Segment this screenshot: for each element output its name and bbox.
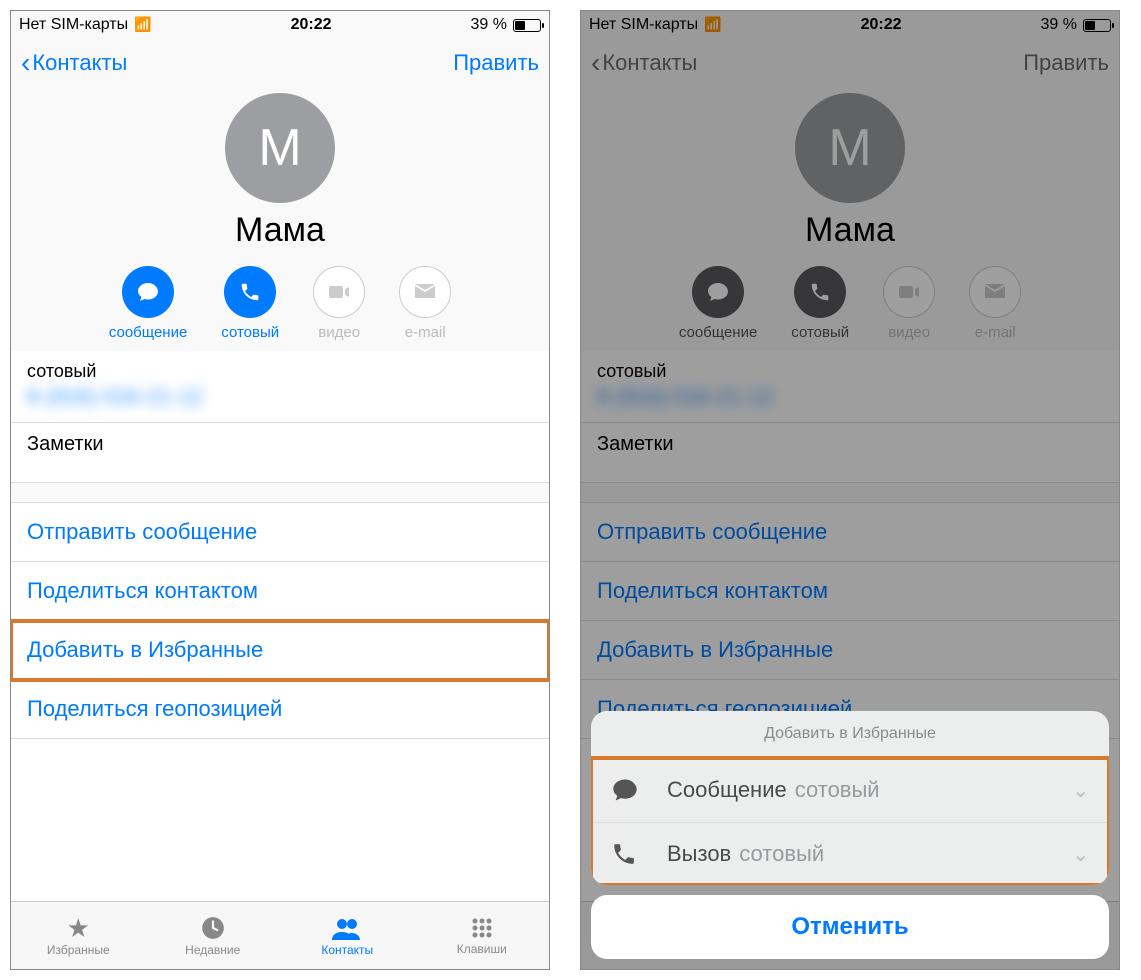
battery-pct: 39 %	[471, 16, 507, 34]
sheet-row-message[interactable]: Сообщение сотовый ⌄	[591, 758, 1109, 823]
sheet-cancel-button[interactable]: Отменить	[591, 895, 1109, 959]
add-favorite-row[interactable]: Добавить в Избранные	[11, 621, 549, 680]
star-icon: ★	[67, 915, 90, 941]
notes-label: Заметки	[27, 433, 104, 455]
sheet-row-call-text: Вызов сотовый	[667, 841, 1048, 867]
sheet-row-message-label: Сообщение	[667, 777, 787, 802]
email-icon	[399, 266, 451, 318]
sheet-row-call[interactable]: Вызов сотовый ⌄	[591, 823, 1109, 885]
email-label: e-mail	[405, 324, 446, 341]
spacer	[11, 483, 549, 503]
tab-contacts[interactable]: Контакты	[280, 902, 415, 969]
video-button[interactable]: видео	[313, 266, 365, 341]
message-icon	[122, 266, 174, 318]
status-bar: Нет SIM-карты 20:22 39 %	[11, 11, 549, 39]
keypad-icon	[470, 916, 494, 940]
phone-icon	[224, 266, 276, 318]
phone-icon	[611, 841, 643, 867]
edit-button[interactable]: Править	[453, 50, 539, 76]
call-button[interactable]: сотовый	[221, 266, 279, 341]
avatar: М	[225, 93, 335, 203]
phone-value: 8 (916) 016-21-12	[27, 384, 533, 410]
contact-name: Мама	[235, 211, 325, 250]
tab-contacts-label: Контакты	[321, 943, 373, 957]
sheet-row-call-sub: сотовый	[739, 841, 824, 866]
phone-left: Нет SIM-карты 20:22 39 % ‹ Контакты Прав…	[10, 10, 550, 970]
email-button[interactable]: e-mail	[399, 266, 451, 341]
message-icon	[611, 776, 643, 804]
chevron-down-icon: ⌄	[1072, 778, 1089, 803]
call-label: сотовый	[221, 324, 279, 341]
clock: 20:22	[291, 16, 332, 34]
sheet-title: Добавить в Избранные	[591, 711, 1109, 758]
battery-icon	[513, 19, 541, 32]
tabbar: ★ Избранные Недавние Контакты Клавиши	[11, 901, 549, 969]
sheet-row-message-text: Сообщение сотовый	[667, 777, 1048, 803]
details: сотовый 8 (916) 016-21-12 Заметки Отправ…	[11, 351, 549, 901]
share-location-row[interactable]: Поделиться геопозицией	[11, 680, 549, 739]
carrier-text: Нет SIM-карты	[19, 16, 128, 34]
back-label: Контакты	[32, 50, 127, 76]
phone-label: сотовый	[27, 361, 533, 382]
phone-right: Нет SIM-карты 20:22 39 % ‹ Контакты Прав…	[580, 10, 1120, 970]
chevron-left-icon: ‹	[21, 49, 30, 77]
tab-favorites[interactable]: ★ Избранные	[11, 902, 146, 969]
back-button[interactable]: ‹ Контакты	[21, 49, 127, 77]
message-button[interactable]: сообщение	[109, 266, 187, 341]
contacts-icon	[332, 915, 362, 941]
phone-field[interactable]: сотовый 8 (916) 016-21-12	[11, 351, 549, 423]
avatar-initial: М	[258, 118, 301, 178]
chevron-down-icon: ⌄	[1072, 842, 1089, 867]
notes-field[interactable]: Заметки	[11, 423, 549, 483]
message-label: сообщение	[109, 324, 187, 341]
share-contact-row[interactable]: Поделиться контактом	[11, 562, 549, 621]
video-label: видео	[318, 324, 360, 341]
tab-keypad-label: Клавиши	[457, 942, 507, 956]
tab-recents[interactable]: Недавние	[146, 902, 281, 969]
sheet-body: Добавить в Избранные Сообщение сотовый ⌄	[591, 711, 1109, 885]
sheet-row-message-sub: сотовый	[795, 777, 880, 802]
video-icon	[313, 266, 365, 318]
action-sheet: Добавить в Избранные Сообщение сотовый ⌄	[591, 711, 1109, 959]
wifi-icon	[134, 16, 151, 34]
send-message-row[interactable]: Отправить сообщение	[11, 503, 549, 562]
clock-icon	[200, 915, 226, 941]
tab-recents-label: Недавние	[185, 943, 240, 957]
tab-favorites-label: Избранные	[47, 943, 110, 957]
tab-keypad[interactable]: Клавиши	[415, 902, 550, 969]
navbar: ‹ Контакты Править	[11, 39, 549, 87]
sheet-row-call-label: Вызов	[667, 841, 731, 866]
contact-header: М Мама сообщение сотовый видео	[11, 87, 549, 351]
